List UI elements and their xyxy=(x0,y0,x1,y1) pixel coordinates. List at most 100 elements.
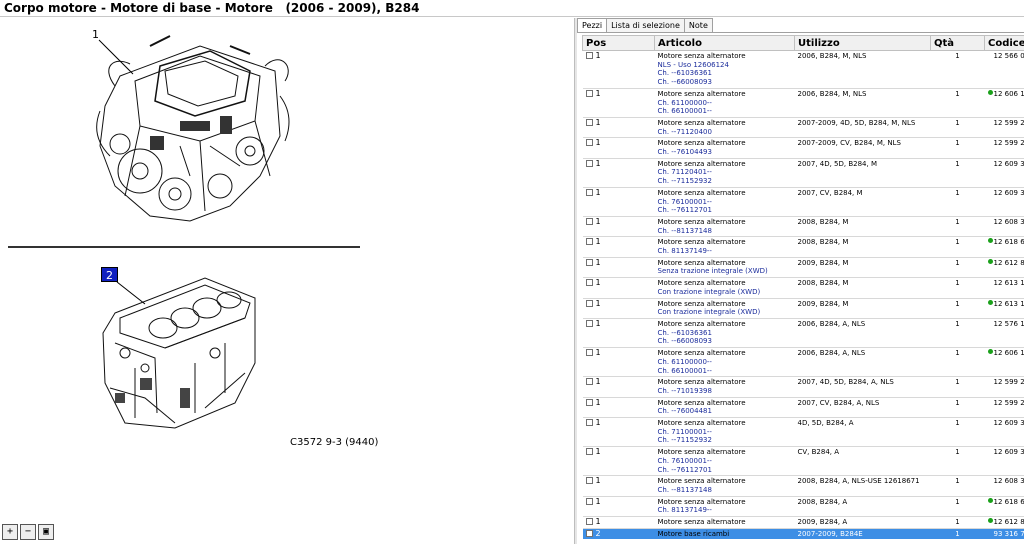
col-header-codice[interactable]: Codice p xyxy=(984,35,1024,51)
row-checkbox[interactable] xyxy=(585,279,593,287)
row-checkbox[interactable] xyxy=(585,319,593,327)
zoom-in-icon[interactable]: + xyxy=(2,524,18,540)
pos-value: 1 xyxy=(595,278,601,288)
callout-1-leader xyxy=(98,39,134,75)
table-row[interactable]: 1 Motore senza alternatore Ch. 61100000-- C… xyxy=(582,347,1024,377)
engine-block-illustration[interactable] xyxy=(95,273,265,433)
table-row[interactable]: 2 Motore base ricambi 2007-2009, B284E 1 93 … xyxy=(582,527,1024,540)
table-row[interactable]: 1 Motore senza alternatore Senza trazione … xyxy=(582,256,1024,278)
table-row[interactable]: 1 Motore senza alternatore Ch. --61036361 C… xyxy=(582,317,1024,348)
tab-pezzi[interactable]: Pezzi xyxy=(577,18,608,33)
article-description: Motore senza alternatore xyxy=(657,518,746,527)
cell-qta: 1 xyxy=(930,256,985,278)
row-checkbox[interactable] xyxy=(585,258,593,266)
pos-value: 2 xyxy=(595,528,601,538)
row-checkbox[interactable] xyxy=(585,518,593,526)
cell-codice: 12 612 810 xyxy=(984,256,1024,278)
part-number[interactable]: 12 609 372 xyxy=(994,189,1024,197)
row-checkbox[interactable] xyxy=(585,419,593,427)
part-number[interactable]: 12 599 212 xyxy=(994,139,1024,147)
part-number[interactable]: 93 316 729 xyxy=(994,530,1024,538)
row-checkbox[interactable] xyxy=(585,378,593,386)
row-checkbox[interactable] xyxy=(585,477,593,485)
table-row[interactable]: 1 Motore senza alternatore Ch. --76104493 2… xyxy=(582,137,1024,159)
tab-bar: Pezzi Lista di selezione Note xyxy=(577,18,713,33)
row-checkbox[interactable] xyxy=(585,188,593,196)
article-description: Motore senza alternatore xyxy=(657,118,746,127)
part-number[interactable]: 12 606 124 xyxy=(994,90,1024,98)
table-row[interactable]: 1 Motore senza alternatore Ch. --81137148 2… xyxy=(582,475,1024,497)
pos-value: 1 xyxy=(595,187,601,197)
cell-codice: 12 608 316 xyxy=(984,215,1024,237)
col-header-pos[interactable]: Pos xyxy=(582,35,655,51)
part-number[interactable]: 12 613 184 xyxy=(994,300,1024,308)
part-number[interactable]: 12 608 317 xyxy=(994,477,1024,485)
row-checkbox[interactable] xyxy=(585,159,593,167)
cell-articolo: Motore senza alternatore NLS - Uso 126061… xyxy=(654,50,795,89)
part-number[interactable]: 12 576 120 xyxy=(994,320,1024,328)
part-number[interactable]: 12 599 212 xyxy=(994,119,1024,127)
article-detail: Ch. --76104493 xyxy=(657,148,712,157)
table-row[interactable]: 1 Motore senza alternatore Ch. 76100001-- C… xyxy=(582,446,1024,476)
col-header-qta[interactable]: Qtà xyxy=(930,35,985,51)
table-row[interactable]: 1 Motore senza alternatore Ch. 71120401-- C… xyxy=(582,157,1024,188)
tab-note[interactable]: Note xyxy=(683,18,713,33)
part-number[interactable]: 12 566 056 xyxy=(994,52,1024,60)
part-number[interactable]: 12 606 125 xyxy=(994,349,1024,357)
row-checkbox[interactable] xyxy=(585,217,593,225)
col-header-utilizzo[interactable]: Utilizzo xyxy=(794,35,931,51)
row-checkbox[interactable] xyxy=(585,118,593,126)
part-number[interactable]: 12 609 372 xyxy=(994,160,1024,168)
availability-spacer xyxy=(988,52,993,57)
table-row[interactable]: 1 Motore senza alternatore Ch. --71019398 2… xyxy=(582,376,1024,398)
part-number[interactable]: 12 613 183 xyxy=(994,279,1024,287)
part-number[interactable]: 12 612 811 xyxy=(994,518,1024,526)
table-row[interactable]: 1 Motore senza alternatore NLS - Uso 12606… xyxy=(582,50,1024,89)
tab-lista-di-selezione[interactable]: Lista di selezione xyxy=(606,18,685,33)
cell-pos: 1 xyxy=(582,116,655,138)
pos-value: 1 xyxy=(595,476,601,486)
table-row[interactable]: 1 Motore senza alternatore Ch. 81137149-- 2… xyxy=(582,236,1024,258)
part-number[interactable]: 12 612 810 xyxy=(994,259,1024,267)
cell-pos: 1 xyxy=(582,215,655,237)
table-body: 1 Motore senza alternatore NLS - Uso 12606… xyxy=(582,50,1024,540)
pos-value: 1 xyxy=(595,216,601,226)
col-header-articolo[interactable]: Articolo xyxy=(654,35,795,51)
row-checkbox[interactable] xyxy=(585,497,593,505)
row-checkbox[interactable] xyxy=(585,52,593,59)
row-checkbox[interactable] xyxy=(585,299,593,307)
zoom-out-icon[interactable]: − xyxy=(20,524,36,540)
row-checkbox[interactable] xyxy=(585,398,593,406)
table-row[interactable]: 1 Motore senza alternatore Ch. 71100001-- C… xyxy=(582,417,1024,447)
part-number[interactable]: 12 608 316 xyxy=(994,218,1024,226)
table-row[interactable]: 1 Motore senza alternatore Ch. --81137148 2… xyxy=(582,215,1024,237)
table-row[interactable]: 1 Motore senza alternatore Con trazione in… xyxy=(582,297,1024,319)
part-number[interactable]: 12 609 371 xyxy=(994,448,1024,456)
table-row[interactable]: 1 Motore senza alternatore Ch. --76004481 2… xyxy=(582,396,1024,418)
row-checkbox[interactable] xyxy=(585,139,593,147)
cell-codice: 12 609 371 xyxy=(984,446,1024,476)
part-number[interactable]: 12 618 670 xyxy=(994,238,1024,246)
fit-page-icon[interactable]: ▣ xyxy=(38,524,54,540)
article-detail: Ch. --66008093 xyxy=(657,337,712,346)
cell-codice: 12 606 124 xyxy=(984,87,1024,118)
table-row[interactable]: 1 Motore senza alternatore Con trazione in… xyxy=(582,277,1024,299)
part-number[interactable]: 12 618 671 xyxy=(994,498,1024,506)
table-row[interactable]: 1 Motore senza alternatore Ch. --71120400 2… xyxy=(582,116,1024,138)
table-row[interactable]: 1 Motore senza alternatore Ch. 61100000-- C… xyxy=(582,87,1024,118)
row-checkbox[interactable] xyxy=(585,238,593,246)
row-checkbox[interactable] xyxy=(585,448,593,456)
part-number[interactable]: 12 599 211 xyxy=(994,378,1024,386)
part-number[interactable]: 12 609 371 xyxy=(994,419,1024,427)
cell-qta: 1 xyxy=(930,527,985,540)
row-checkbox[interactable] xyxy=(585,529,593,537)
row-checkbox[interactable] xyxy=(585,89,593,97)
cell-qta: 1 xyxy=(930,157,985,188)
table-row[interactable]: 1 Motore senza alternatore Ch. 76100001-- C… xyxy=(582,186,1024,217)
part-number[interactable]: 12 599 211 xyxy=(994,399,1024,407)
table-row[interactable]: 1 Motore senza alternatore Ch. 81137149-- 2… xyxy=(582,495,1024,517)
table-row[interactable]: 1 Motore senza alternatore 2009, B284, A11… xyxy=(582,516,1024,529)
availability-spacer xyxy=(988,160,993,165)
row-checkbox[interactable] xyxy=(585,349,593,357)
availability-spacer xyxy=(988,139,993,144)
